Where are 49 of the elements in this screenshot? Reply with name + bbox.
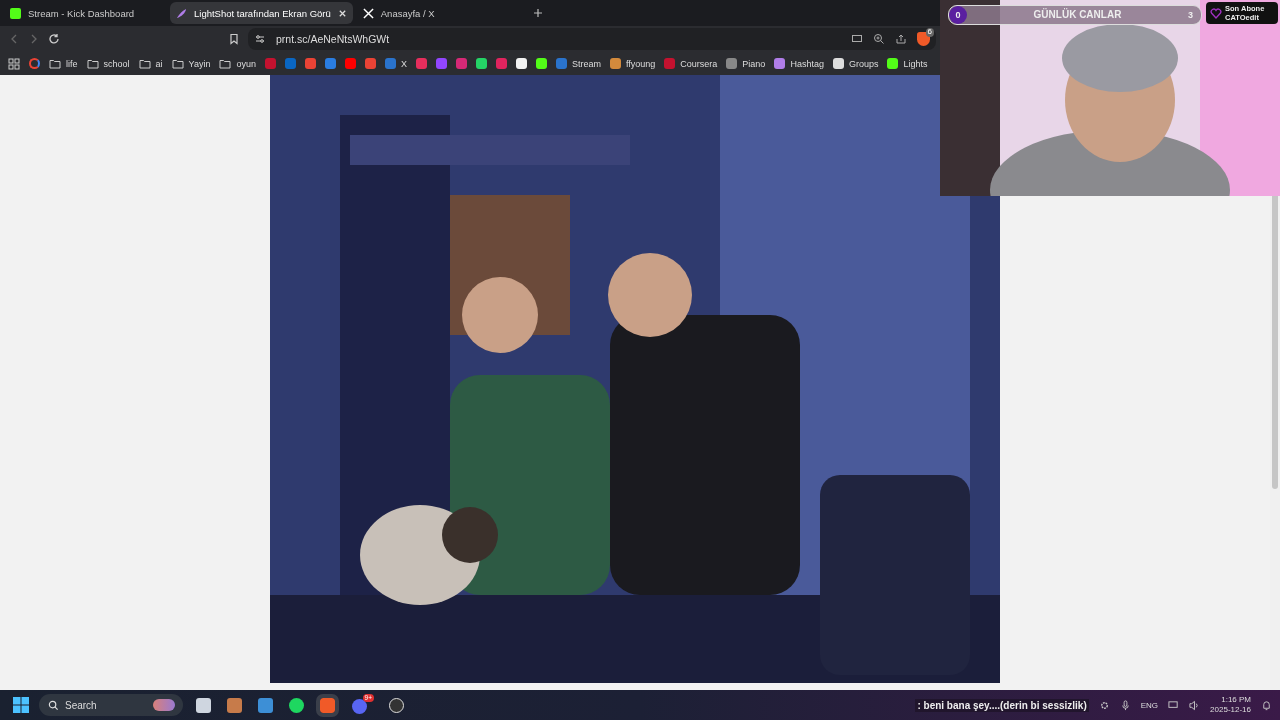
site-settings-icon[interactable]: [254, 33, 266, 45]
network-icon[interactable]: [1168, 699, 1180, 711]
bookmark-folder[interactable]: Yayin: [171, 58, 211, 69]
windows-start-icon[interactable]: [13, 697, 29, 713]
language-indicator[interactable]: ENG: [1140, 700, 1159, 710]
notification-bell-icon[interactable]: [1261, 699, 1272, 711]
feather-icon: [176, 7, 187, 19]
caption-text: : beni bana şey....(derin bi sessizlik): [915, 698, 1089, 712]
microphone-icon[interactable]: [1119, 699, 1131, 711]
bookmark-folder[interactable]: school: [86, 58, 130, 69]
app-icon[interactable]: [227, 697, 242, 713]
screen-icon[interactable]: [851, 33, 863, 45]
clock-date[interactable]: 2025-12-16: [1210, 705, 1251, 716]
folder-icon: [49, 58, 61, 69]
folder-icon: [138, 58, 151, 69]
volume-icon[interactable]: [1189, 699, 1201, 711]
bookmark[interactable]: Lights: [887, 58, 928, 69]
bookmark[interactable]: Piano: [726, 58, 766, 69]
search-field[interactable]: Search: [39, 694, 183, 716]
bookmark[interactable]: Hashtag: [774, 58, 824, 69]
bookmark-folder[interactable]: oyun: [219, 58, 256, 69]
folder-icon: [219, 58, 232, 69]
bookmark-icon[interactable]: [515, 58, 527, 69]
bookmark-icon[interactable]: [475, 58, 487, 69]
close-icon[interactable]: [337, 8, 347, 18]
bookmark[interactable]: Coursera: [664, 58, 718, 69]
share-icon[interactable]: [895, 33, 907, 45]
app-icon[interactable]: [258, 697, 273, 713]
bookmark-icon[interactable]: [228, 33, 240, 45]
zoom-icon[interactable]: [873, 33, 885, 45]
bookmark-folder[interactable]: life: [49, 58, 78, 69]
bookmark-icon[interactable]: [535, 58, 547, 69]
search-icon: [48, 699, 59, 711]
new-tab-icon[interactable]: [532, 8, 543, 18]
bookmark-folder[interactable]: ai: [138, 58, 163, 69]
bookmark[interactable]: Groups: [832, 58, 879, 69]
browser-tab[interactable]: LightShot tarafından Ekran Görü: [170, 2, 353, 24]
address-bar[interactable]: prnt.sc/AeNeNtsWhGWt 6: [248, 28, 936, 50]
reload-icon[interactable]: [48, 33, 60, 45]
x-logo-icon: [362, 7, 374, 19]
browser-tab[interactable]: Stream - Kick Dashboard: [4, 2, 166, 24]
browser-tab[interactable]: Anasayfa / X: [356, 2, 519, 24]
clock-time[interactable]: 1:16 PM: [1221, 694, 1251, 705]
folder-icon: [86, 58, 99, 69]
folder-icon: [171, 58, 184, 69]
apps-grid-icon[interactable]: [8, 57, 20, 70]
bookmark[interactable]: Stream: [555, 58, 601, 69]
bookmark[interactable]: ffyoung: [609, 58, 656, 69]
settings-icon[interactable]: [1098, 699, 1110, 711]
